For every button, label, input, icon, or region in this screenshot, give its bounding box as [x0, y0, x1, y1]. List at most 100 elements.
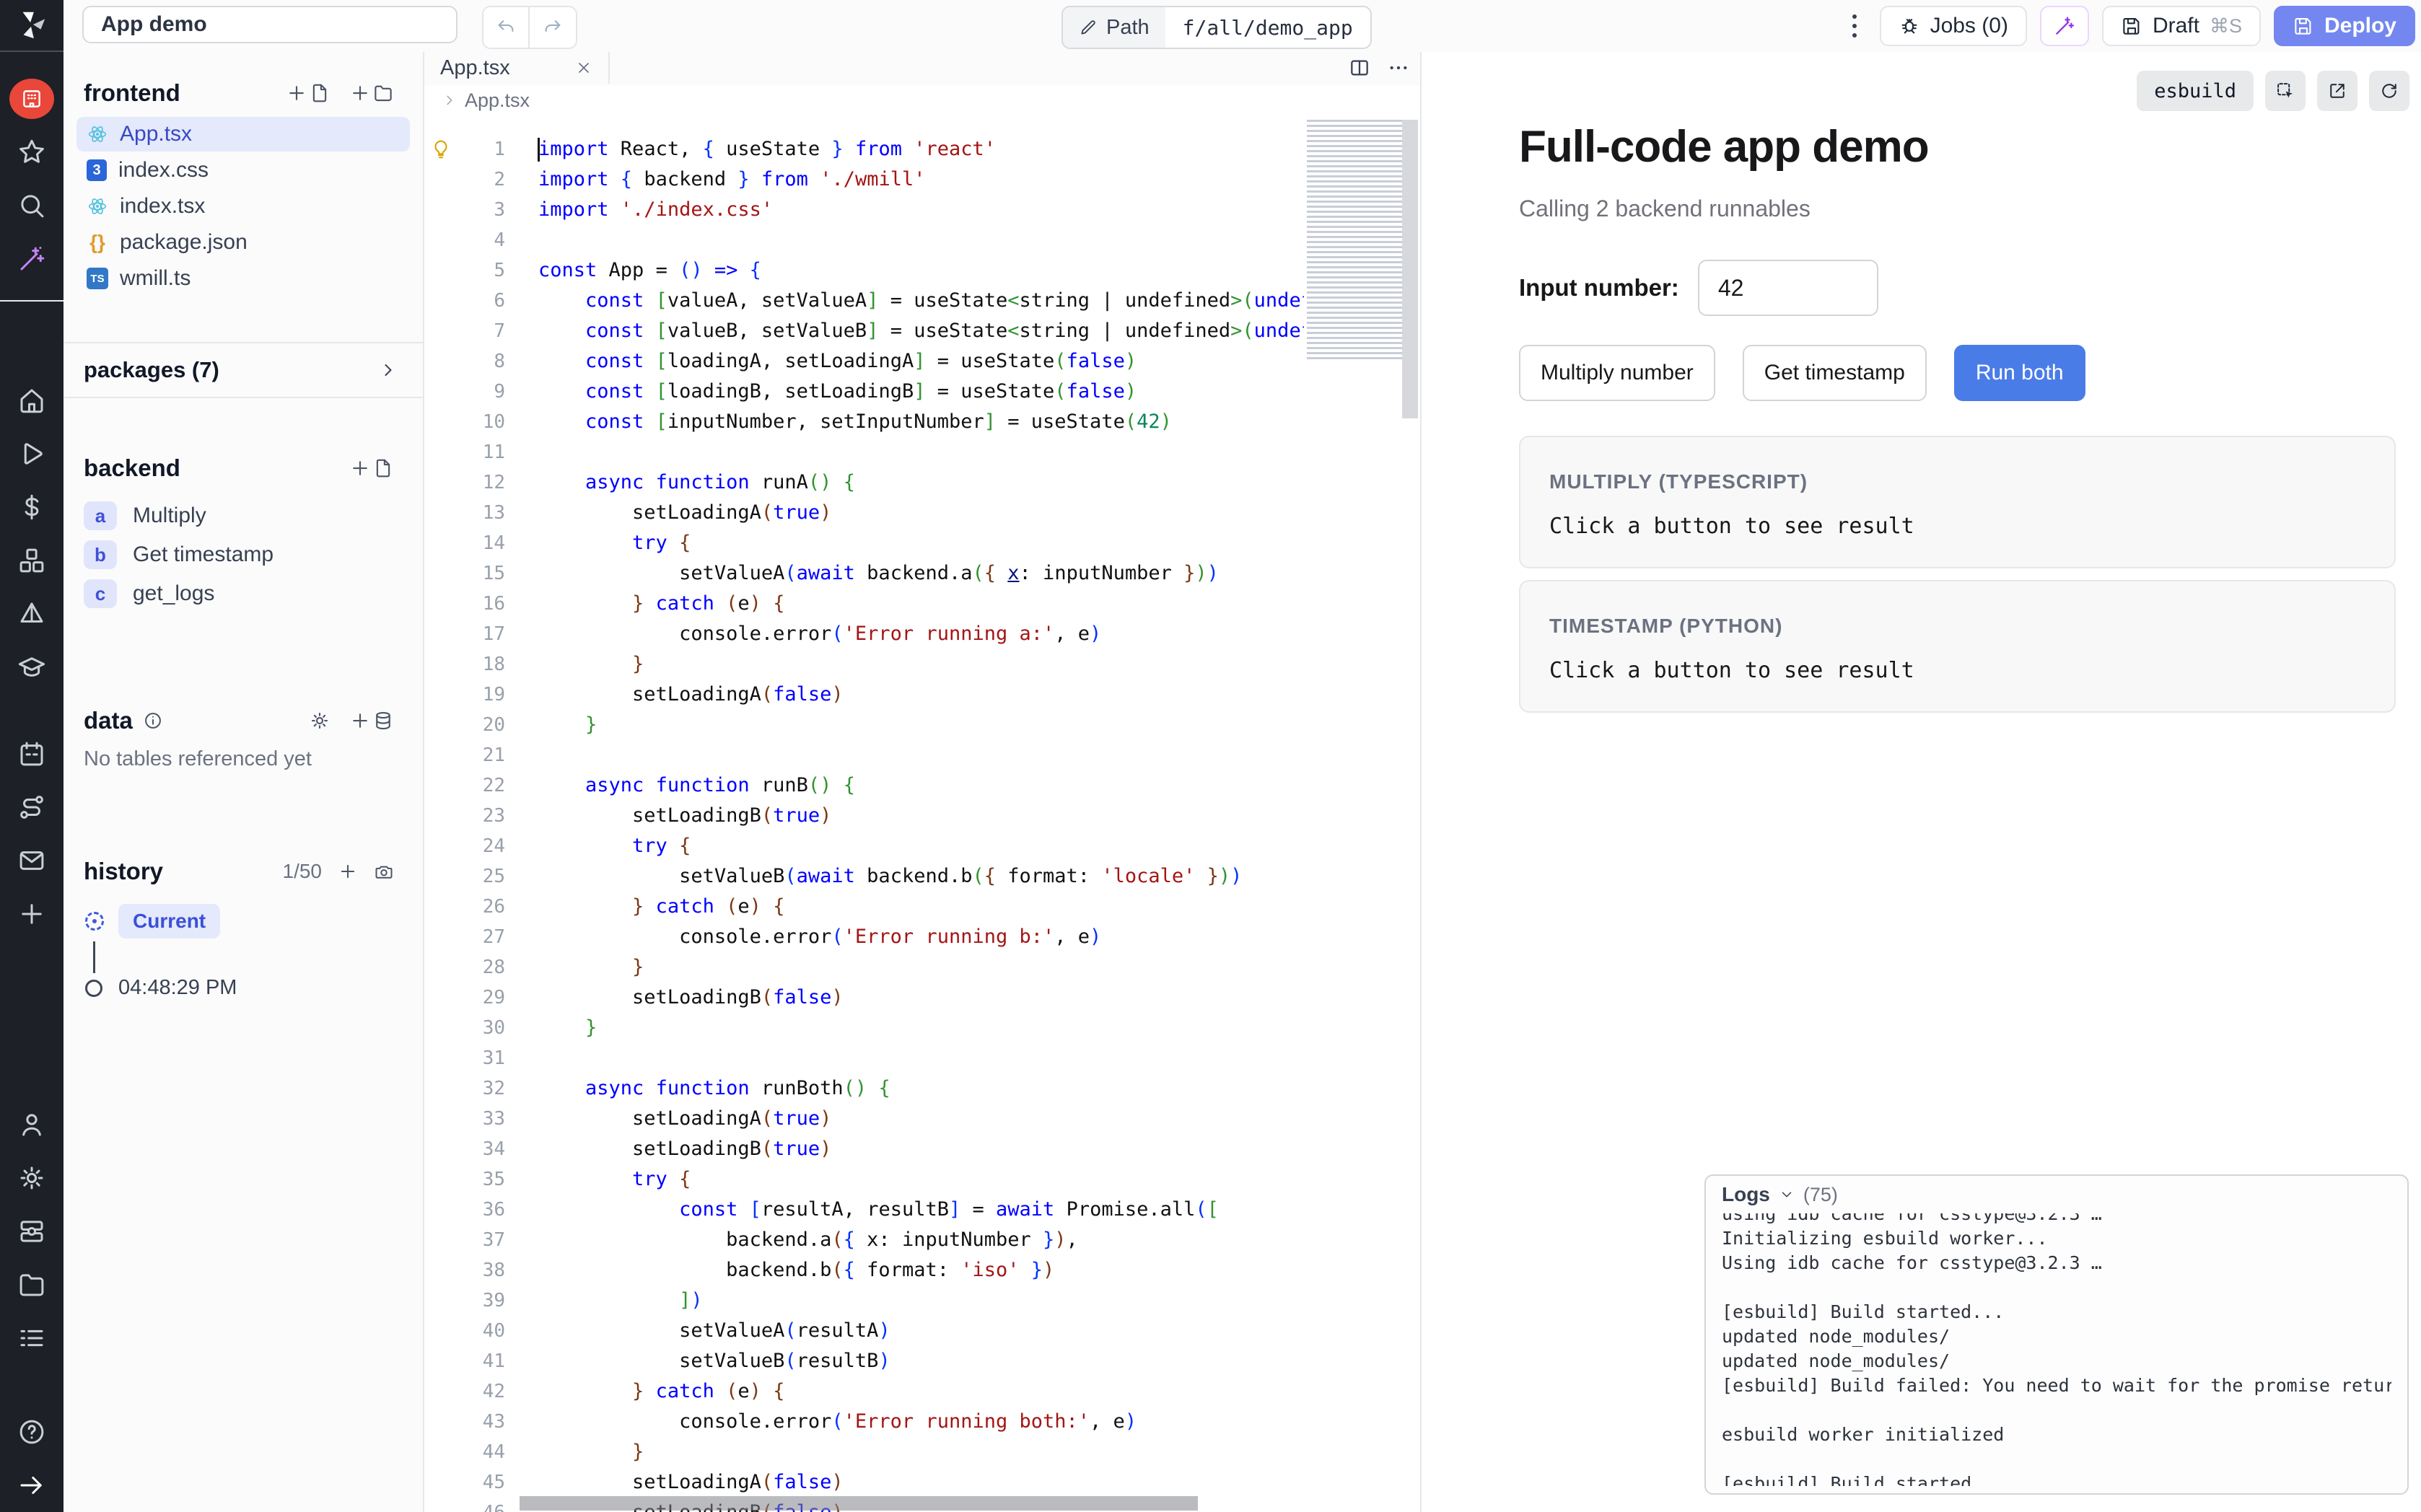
code-line-20[interactable]: 20 }	[424, 710, 1304, 740]
plus-icon[interactable]	[338, 861, 358, 882]
path-chip[interactable]: Path f/all/demo_app	[1061, 6, 1372, 49]
sidebar-item-audit-logs[interactable]	[0, 1311, 64, 1365]
sidebar-item-search[interactable]	[0, 179, 64, 232]
runnable-item-Multiply[interactable]: aMultiply	[64, 496, 423, 535]
sidebar-item-messages[interactable]	[0, 834, 64, 887]
code-line-7[interactable]: 7 const [valueB, setValueB] = useState<s…	[424, 316, 1304, 346]
code-line-16[interactable]: 16 } catch (e) {	[424, 589, 1304, 619]
runnable-item-Get timestamp[interactable]: bGet timestamp	[64, 535, 423, 574]
vertical-scrollbar[interactable]	[1402, 120, 1418, 418]
code-line-36[interactable]: 36 const [resultA, resultB] = await Prom…	[424, 1195, 1304, 1225]
code-line-9[interactable]: 9 const [loadingB, setLoadingB] = useSta…	[424, 377, 1304, 407]
sidebar-item-resources[interactable]	[0, 534, 64, 587]
sidebar-item-settings[interactable]	[0, 1151, 64, 1205]
file-item-index.css[interactable]: 3index.css	[76, 153, 410, 188]
add-folder-button[interactable]	[349, 82, 394, 104]
more-actions-icon[interactable]	[1387, 56, 1410, 79]
code-line-29[interactable]: 29 setLoadingB(false)	[424, 983, 1304, 1013]
code-line-28[interactable]: 28 }	[424, 952, 1304, 983]
sidebar-item-ai[interactable]	[0, 232, 64, 286]
file-item-wmill.ts[interactable]: TSwmill.ts	[76, 261, 410, 296]
breadcrumb[interactable]: App.tsx	[424, 85, 1420, 115]
input-number-field[interactable]	[1698, 260, 1878, 316]
gear-icon[interactable]	[309, 710, 330, 731]
preview-button-run-both[interactable]: Run both	[1954, 345, 2085, 401]
code-line-30[interactable]: 30 }	[424, 1013, 1304, 1043]
refresh-button[interactable]	[2369, 71, 2409, 111]
code-line-13[interactable]: 13 setLoadingA(true)	[424, 498, 1304, 528]
sidebar-item-folders[interactable]	[0, 1258, 64, 1311]
code-line-19[interactable]: 19 setLoadingA(false)	[424, 680, 1304, 710]
path-edit-segment[interactable]: Path	[1063, 7, 1165, 48]
sidebar-item-app-editor[interactable]	[0, 72, 64, 126]
sidebar-item-triggers[interactable]	[0, 587, 64, 641]
code-line-34[interactable]: 34 setLoadingB(true)	[424, 1134, 1304, 1164]
camera-icon[interactable]	[374, 861, 394, 882]
inspect-element-button[interactable]	[2265, 71, 2306, 111]
code-line-33[interactable]: 33 setLoadingA(true)	[424, 1104, 1304, 1134]
sidebar-item-schedules[interactable]	[0, 727, 64, 781]
code-line-25[interactable]: 25 setValueB(await backend.b({ format: '…	[424, 861, 1304, 892]
logs-header[interactable]: Logs (75)	[1722, 1176, 2391, 1213]
code-line-45[interactable]: 45 setLoadingA(false)	[424, 1467, 1304, 1498]
windmill-logo[interactable]	[0, 0, 64, 52]
code-line-6[interactable]: 6 const [valueA, setValueA] = useState<s…	[424, 286, 1304, 316]
code-line-43[interactable]: 43 console.error('Error running both:', …	[424, 1407, 1304, 1437]
sidebar-item-favorites[interactable]	[0, 126, 64, 179]
code-line-4[interactable]: 4	[424, 225, 1304, 255]
code-line-11[interactable]: 11	[424, 437, 1304, 467]
bundler-badge[interactable]: esbuild	[2137, 71, 2254, 111]
info-icon[interactable]	[143, 711, 163, 731]
tab-app-tsx[interactable]: App.tsx	[424, 52, 610, 84]
code-line-27[interactable]: 27 console.error('Error running b:', e)	[424, 922, 1304, 952]
undo-button[interactable]	[483, 7, 530, 48]
code-line-22[interactable]: 22 async function runB() {	[424, 770, 1304, 801]
runnable-item-get_logs[interactable]: cget_logs	[64, 574, 423, 613]
sidebar-item-runs[interactable]	[0, 427, 64, 480]
code-line-15[interactable]: 15 setValueA(await backend.a({ x: inputN…	[424, 558, 1304, 589]
add-runnable-button[interactable]	[349, 457, 394, 479]
sidebar-item-workers[interactable]	[0, 1205, 64, 1258]
draft-button[interactable]: Draft ⌘S	[2102, 6, 2261, 46]
packages-row[interactable]: packages (7)	[64, 342, 423, 398]
code-line-39[interactable]: 39 ])	[424, 1285, 1304, 1316]
code-line-8[interactable]: 8 const [loadingA, setLoadingA] = useSta…	[424, 346, 1304, 377]
file-item-App.tsx[interactable]: App.tsx	[76, 117, 410, 151]
code-line-26[interactable]: 26 } catch (e) {	[424, 892, 1304, 922]
horizontal-scrollbar[interactable]	[520, 1496, 1198, 1511]
code-line-17[interactable]: 17 console.error('Error running a:', e)	[424, 619, 1304, 649]
add-table-button[interactable]	[349, 710, 394, 731]
code-line-5[interactable]: 5const App = () => {	[424, 255, 1304, 286]
jobs-button[interactable]: Jobs (0)	[1880, 6, 2027, 46]
history-entry[interactable]: 04:48:29 PM	[64, 976, 423, 1000]
code-line-24[interactable]: 24 try {	[424, 831, 1304, 861]
code-line-12[interactable]: 12 async function runA() {	[424, 467, 1304, 498]
code-line-35[interactable]: 35 try {	[424, 1164, 1304, 1195]
close-icon[interactable]	[575, 59, 592, 76]
sidebar-item-learn[interactable]	[0, 641, 64, 694]
split-editor-icon[interactable]	[1348, 56, 1371, 79]
code-line-14[interactable]: 14 try {	[424, 528, 1304, 558]
code-line-10[interactable]: 10 const [inputNumber, setInputNumber] =…	[424, 407, 1304, 437]
more-menu-button[interactable]	[1842, 6, 1867, 46]
sidebar-item-variables[interactable]	[0, 480, 64, 534]
open-external-button[interactable]	[2317, 71, 2357, 111]
code-line-31[interactable]: 31	[424, 1043, 1304, 1073]
code-line-2[interactable]: 2import { backend } from './wmill'	[424, 164, 1304, 195]
ai-wand-button[interactable]	[2040, 6, 2089, 46]
code-line-42[interactable]: 42 } catch (e) {	[424, 1376, 1304, 1407]
code-line-23[interactable]: 23 setLoadingB(true)	[424, 801, 1304, 831]
code-area[interactable]: 1import React, { useState } from 'react'…	[424, 115, 1420, 1512]
app-name-input[interactable]	[82, 6, 458, 43]
code-line-41[interactable]: 41 setValueB(resultB)	[424, 1346, 1304, 1376]
sidebar-item-help[interactable]	[0, 1405, 64, 1459]
file-item-index.tsx[interactable]: index.tsx	[76, 189, 410, 224]
logs-body[interactable]: using idb cache for csstype@3.2.3 …Initi…	[1722, 1213, 2391, 1486]
code-line-18[interactable]: 18 }	[424, 649, 1304, 680]
code-line-37[interactable]: 37 backend.a({ x: inputNumber }),	[424, 1225, 1304, 1255]
redo-button[interactable]	[530, 7, 576, 48]
sidebar-item-add[interactable]	[0, 887, 64, 941]
add-file-button[interactable]	[286, 82, 330, 104]
code-line-44[interactable]: 44 }	[424, 1437, 1304, 1467]
sidebar-item-expand[interactable]	[0, 1459, 64, 1512]
